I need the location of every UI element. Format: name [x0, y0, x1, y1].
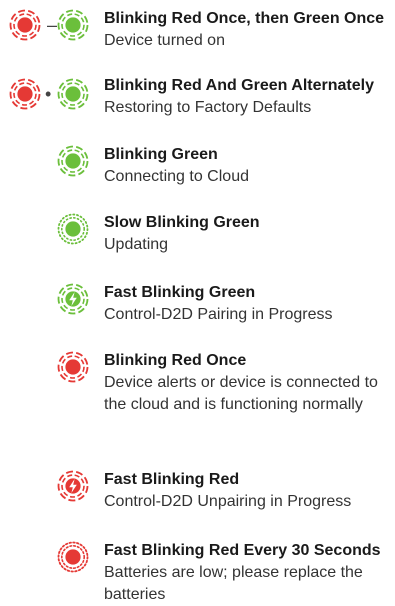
separator-dot: •: [45, 84, 52, 104]
legend-item-description: Device alerts or device is connected to …: [104, 374, 378, 413]
legend-item-description: Control-D2D Unpairing in Progress: [104, 493, 352, 510]
legend-item-title: Fast Blinking Red Every 30 Seconds: [104, 542, 381, 559]
legend-item-icons: –: [0, 8, 90, 48]
legend-item-icons: [0, 282, 90, 322]
legend-item-description: Restoring to Factory Defaults: [104, 99, 312, 116]
legend-item-icons: [0, 540, 90, 580]
legend-item-icons: [0, 469, 90, 509]
led-status-legend: { "colors": { "red": "#e53935", "green":…: [0, 0, 395, 605]
red-ring-icon: [56, 350, 90, 384]
legend-item-title: Blinking Red Once, then Green Once: [104, 10, 385, 27]
legend-item-title: Fast Blinking Red: [104, 471, 240, 488]
legend-item-description: Device turned on: [104, 32, 225, 49]
green-ring-icon: [56, 77, 90, 111]
red-dense-dotted-ring-icon: [56, 540, 90, 574]
legend-item-icons: [0, 212, 90, 252]
legend-item-icons: •: [0, 75, 90, 115]
legend-item-title: Blinking Red Once: [104, 352, 247, 369]
legend-item-icons: [0, 350, 90, 390]
legend-item-title: Blinking Red And Green Alternately: [104, 77, 374, 94]
legend-item-title: Fast Blinking Green: [104, 284, 256, 301]
red-lightning-ring-icon: [56, 469, 90, 503]
red-ring-icon: [8, 77, 42, 111]
legend-item-description: Batteries are low; please replace the ba…: [104, 564, 363, 603]
legend-item-title: Blinking Green: [104, 146, 218, 163]
legend-item-description: Updating: [104, 236, 169, 253]
legend-item-description: Connecting to Cloud: [104, 168, 249, 185]
legend-item-title: Slow Blinking Green: [104, 214, 260, 231]
red-ring-icon: [8, 8, 42, 42]
green-dotted-ring-icon: [56, 212, 90, 246]
green-ring-icon: [56, 8, 90, 42]
legend-item-icons: [0, 144, 90, 184]
green-ring-icon: [56, 144, 90, 178]
green-lightning-ring-icon: [56, 282, 90, 316]
legend-item-description: Control-D2D Pairing in Progress: [104, 306, 333, 323]
